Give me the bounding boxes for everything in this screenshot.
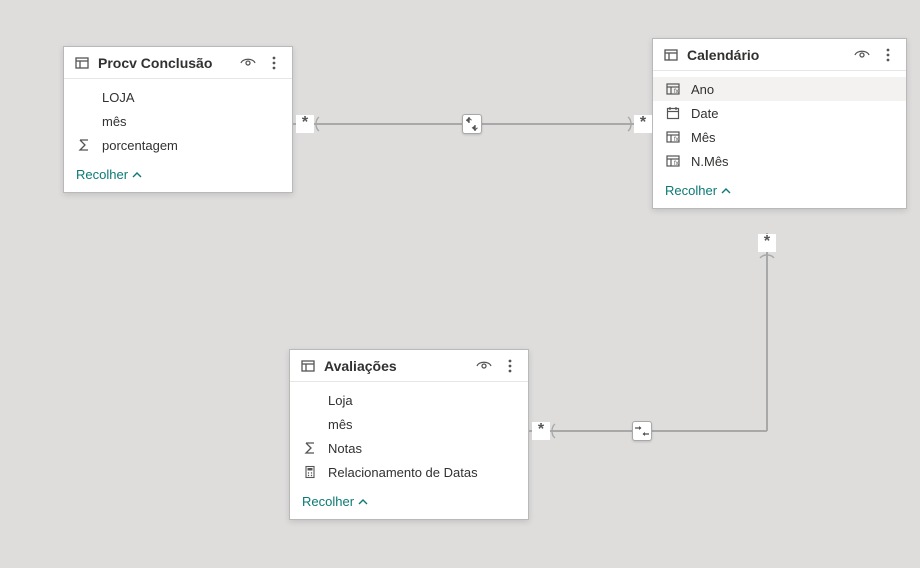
field-label: Date xyxy=(691,106,718,121)
cardinality-many: * xyxy=(758,234,776,252)
table-card-calendario[interactable]: Calendário xyxy=(652,38,907,209)
calc-col-icon: fx xyxy=(665,153,681,169)
card-header: Calendário xyxy=(653,39,906,71)
card-footer: Recolher xyxy=(64,161,292,192)
sigma-icon xyxy=(76,137,92,153)
cardinality-many: * xyxy=(634,115,652,133)
crowfoot-icon xyxy=(759,252,775,264)
more-icon[interactable] xyxy=(502,358,518,374)
cardinality-many: * xyxy=(532,422,550,440)
blank-icon: • xyxy=(302,416,318,432)
calc-col-icon: fx xyxy=(665,129,681,145)
field-label: LOJA xyxy=(102,90,135,105)
field-row[interactable]: • mês xyxy=(290,412,528,436)
field-row[interactable]: fx Ano xyxy=(653,77,906,101)
crowfoot-icon xyxy=(622,116,634,132)
visibility-icon[interactable] xyxy=(240,55,256,71)
card-title: Avaliações xyxy=(324,358,468,374)
field-row[interactable]: fx Mês xyxy=(653,125,906,149)
table-card-avaliacoes[interactable]: Avaliações • Loja xyxy=(289,349,529,520)
table-icon xyxy=(663,47,679,63)
field-row[interactable]: Relacionamento de Datas xyxy=(290,460,528,484)
filter-direction-icon[interactable] xyxy=(462,114,482,134)
field-row[interactable]: Notas xyxy=(290,436,528,460)
card-header: Avaliações xyxy=(290,350,528,382)
table-card-procv[interactable]: Procv Conclusão • LOJA xyxy=(63,46,293,193)
field-label: Relacionamento de Datas xyxy=(328,465,478,480)
collapse-label: Recolher xyxy=(665,183,717,198)
svg-text:fx: fx xyxy=(674,137,679,143)
blank-icon: • xyxy=(76,113,92,129)
blank-icon: • xyxy=(302,392,318,408)
svg-text:fx: fx xyxy=(674,89,679,95)
card-title: Procv Conclusão xyxy=(98,55,232,71)
more-icon[interactable] xyxy=(880,47,896,63)
cardinality-many: * xyxy=(296,115,314,133)
field-label: Notas xyxy=(328,441,362,456)
collapse-label: Recolher xyxy=(76,167,128,182)
field-label: Ano xyxy=(691,82,714,97)
filter-direction-icon[interactable] xyxy=(632,421,652,441)
collapse-link[interactable]: Recolher xyxy=(665,183,731,198)
sigma-icon xyxy=(302,440,318,456)
table-icon xyxy=(74,55,90,71)
field-label: mês xyxy=(328,417,353,432)
chevron-up-icon xyxy=(132,170,142,180)
crowfoot-icon xyxy=(313,116,325,132)
field-label: Mês xyxy=(691,130,716,145)
visibility-icon[interactable] xyxy=(476,358,492,374)
field-row[interactable]: porcentagem xyxy=(64,133,292,157)
field-list: • LOJA • mês porcentagem xyxy=(64,79,292,161)
collapse-label: Recolher xyxy=(302,494,354,509)
field-label: Loja xyxy=(328,393,353,408)
card-header: Procv Conclusão xyxy=(64,47,292,79)
more-icon[interactable] xyxy=(266,55,282,71)
table-icon xyxy=(300,358,316,374)
field-row[interactable]: • Loja xyxy=(290,388,528,412)
field-row[interactable]: fx N.Mês xyxy=(653,149,906,173)
field-row[interactable]: • mês xyxy=(64,109,292,133)
blank-icon: • xyxy=(76,89,92,105)
field-label: mês xyxy=(102,114,127,129)
collapse-link[interactable]: Recolher xyxy=(302,494,368,509)
card-title: Calendário xyxy=(687,47,846,63)
chevron-up-icon xyxy=(358,497,368,507)
collapse-link[interactable]: Recolher xyxy=(76,167,142,182)
field-list: fx Ano Date xyxy=(653,71,906,177)
chevron-up-icon xyxy=(721,186,731,196)
model-canvas[interactable]: Procv Conclusão • LOJA xyxy=(0,0,920,568)
field-list: • Loja • mês Notas xyxy=(290,382,528,488)
field-label: porcentagem xyxy=(102,138,178,153)
date-icon xyxy=(665,105,681,121)
svg-text:fx: fx xyxy=(674,161,679,167)
visibility-icon[interactable] xyxy=(854,47,870,63)
calc-col-icon: fx xyxy=(665,81,681,97)
field-row[interactable]: Date xyxy=(653,101,906,125)
field-label: N.Mês xyxy=(691,154,729,169)
calculator-icon xyxy=(302,464,318,480)
card-footer: Recolher xyxy=(290,488,528,519)
crowfoot-icon xyxy=(549,423,561,439)
field-row[interactable]: • LOJA xyxy=(64,85,292,109)
card-footer: Recolher xyxy=(653,177,906,208)
